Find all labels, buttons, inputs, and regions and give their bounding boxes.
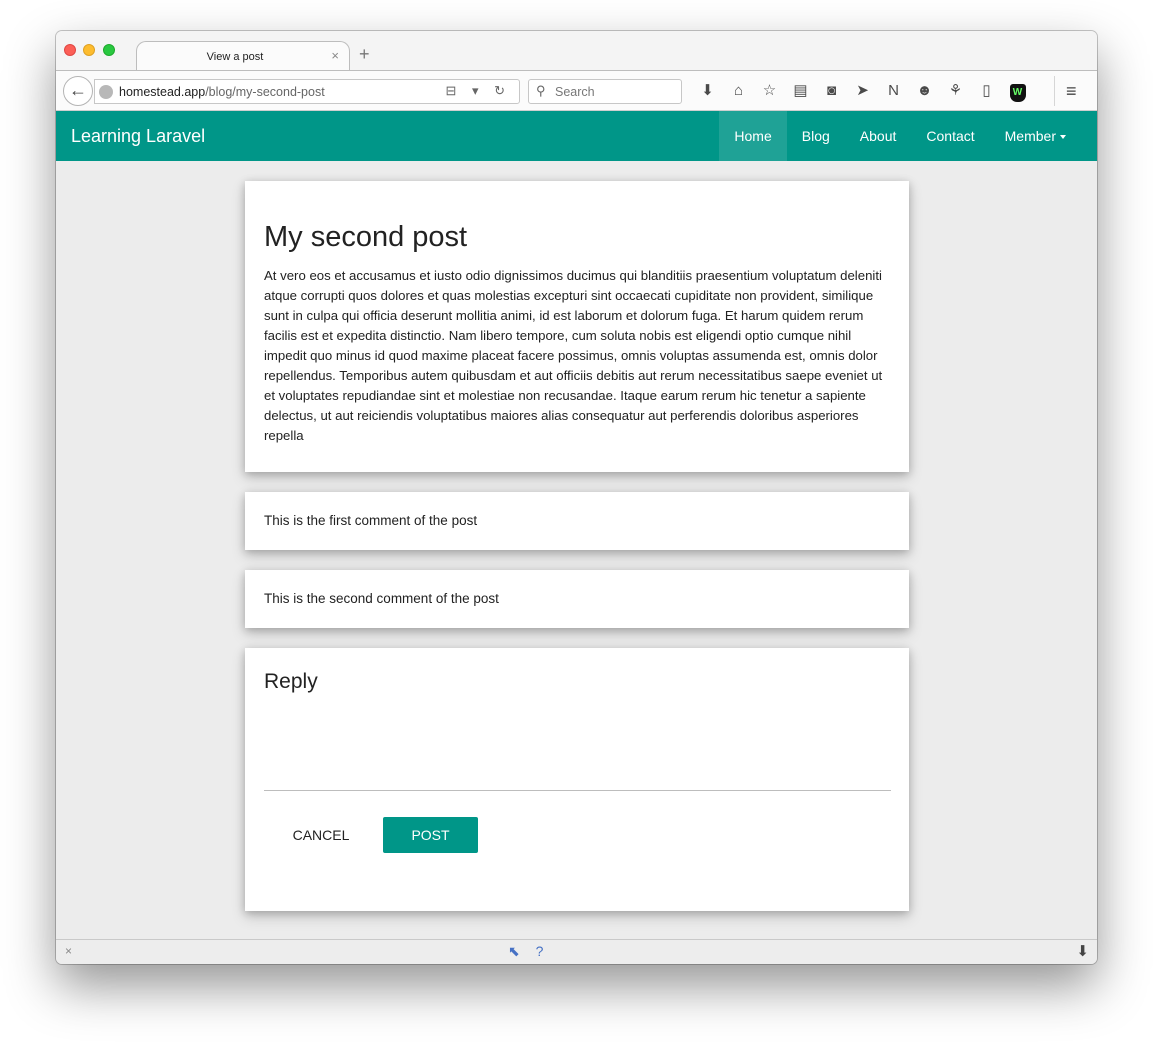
new-tab-icon[interactable]: + (359, 45, 370, 63)
ghostery-badge: W (1009, 83, 1026, 102)
nav-home[interactable]: Home (719, 111, 787, 161)
home-icon[interactable]: ⌂ (723, 81, 754, 101)
reply-card: Reply CANCEL POST (245, 648, 909, 911)
window-maximize-button[interactable] (103, 44, 115, 56)
site-navbar: Learning Laravel Home Blog About Contact… (56, 111, 1097, 161)
url-text[interactable]: homestead.app/blog/my-second-post (119, 85, 325, 99)
chat-icon[interactable]: ☻ (909, 81, 940, 101)
download-icon[interactable]: ⬇ (692, 81, 723, 101)
caret-down-icon (1060, 135, 1066, 140)
nav-contact[interactable]: Contact (911, 111, 989, 161)
status-download-icon[interactable]: ⬇ (1076, 942, 1089, 960)
comment-card: This is the second comment of the post (245, 570, 909, 628)
browser-toolbar: homestead.app/blog/my-second-post ⊟ ▾ ↻ … (56, 71, 1097, 111)
cancel-button[interactable]: CANCEL (264, 817, 378, 853)
url-bar[interactable]: homestead.app/blog/my-second-post ⊟ ▾ ↻ (94, 79, 520, 104)
nav-member-label: Member (1004, 128, 1056, 144)
hamburger-menu-icon[interactable]: ≡ (1066, 81, 1077, 101)
search-icon: ⚲ (536, 83, 546, 98)
comment-card: This is the first comment of the post (245, 492, 909, 550)
reply-textarea[interactable] (264, 707, 891, 791)
status-extension-icons[interactable]: ⬉ ? (508, 943, 549, 960)
extension-icon[interactable]: ⚘ (940, 81, 971, 101)
site-identity-icon[interactable] (99, 85, 113, 99)
url-bar-actions-icon[interactable]: ⊟ ▾ ↻ (445, 83, 511, 99)
bookmark-star-icon[interactable]: ☆ (754, 81, 785, 101)
tab-title: View a post (206, 51, 264, 63)
site-brand[interactable]: Learning Laravel (71, 126, 205, 147)
search-input[interactable]: ⚲ Search (528, 79, 682, 104)
n-extension-icon[interactable]: N (878, 81, 909, 101)
pocket-icon[interactable]: ◙ (816, 81, 847, 101)
reply-actions: CANCEL POST (264, 817, 478, 853)
comment-text: This is the first comment of the post (264, 513, 478, 528)
comment-text: This is the second comment of the post (264, 591, 499, 606)
reply-title: Reply (264, 670, 318, 693)
browser-status-bar: × ⬉ ? ⬇ (56, 939, 1097, 964)
tab-close-icon[interactable]: × (331, 48, 339, 63)
toolbar-icons: ⬇ ⌂ ☆ ▤ ◙ ➤ N ☻ ⚘ ▯ W (692, 81, 1033, 102)
browser-tab[interactable]: View a post × (136, 41, 350, 72)
send-icon[interactable]: ➤ (847, 81, 878, 101)
site-nav: Home Blog About Contact Member (719, 111, 1081, 161)
nav-member-dropdown[interactable]: Member (990, 111, 1081, 161)
ghostery-icon[interactable]: W (1002, 81, 1033, 102)
window-minimize-button[interactable] (83, 44, 95, 56)
tab-strip: View a post × + (56, 31, 1097, 72)
page-content: My second post At vero eos et accusamus … (56, 161, 1097, 939)
url-path: /blog/my-second-post (205, 85, 325, 99)
post-card: My second post At vero eos et accusamus … (245, 181, 909, 472)
post-body: At vero eos et accusamus et iusto odio d… (264, 268, 883, 443)
post-button[interactable]: POST (383, 817, 478, 853)
back-arrow-icon[interactable]: ← (63, 76, 93, 106)
nav-about[interactable]: About (845, 111, 912, 161)
status-close-icon[interactable]: × (65, 944, 72, 958)
search-placeholder: Search (555, 85, 595, 99)
post-title: My second post (264, 221, 468, 253)
window-close-button[interactable] (64, 44, 76, 56)
toolbar-separator (1054, 76, 1055, 106)
clipboard-icon[interactable]: ▯ (971, 81, 1002, 101)
reading-list-icon[interactable]: ▤ (785, 81, 816, 101)
url-host: homestead.app (119, 85, 206, 99)
nav-blog[interactable]: Blog (787, 111, 845, 161)
browser-window: View a post × + homestead.app/blog/my-se… (56, 31, 1097, 964)
